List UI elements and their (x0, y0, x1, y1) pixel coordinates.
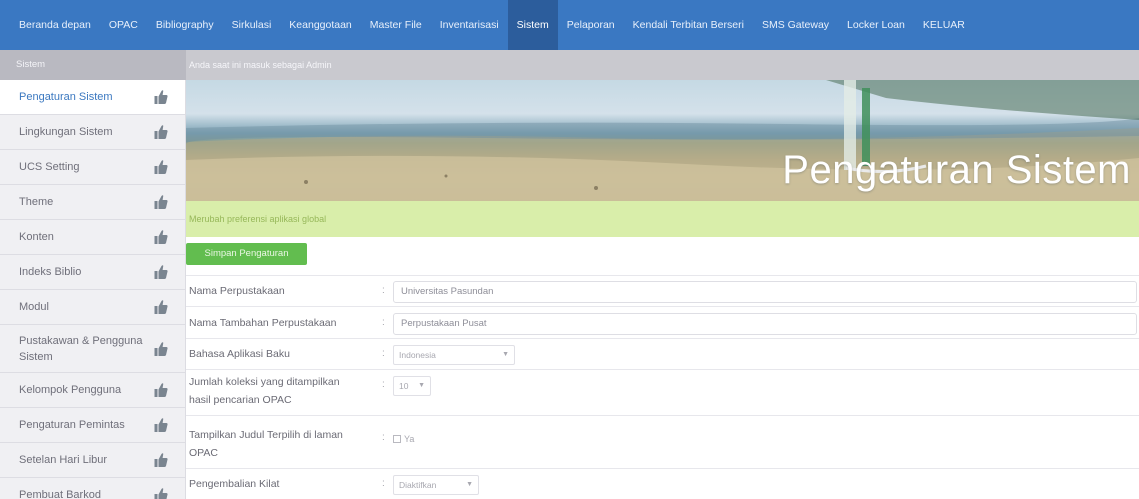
sidebar-item-lingkungan-sistem[interactable]: Lingkungan Sistem (0, 115, 185, 150)
sidebar-item-label: Kelompok Pengguna (19, 384, 122, 396)
select-value: 10 (399, 381, 409, 391)
results-count-select[interactable]: 10 ▼ (393, 376, 431, 396)
nav-item-keluar[interactable]: KELUAR (914, 0, 974, 50)
sidebar-item-kelompok-pengguna[interactable]: Kelompok Pengguna (0, 373, 185, 408)
top-nav: Beranda depan OPAC Bibliography Sirkulas… (0, 0, 1139, 50)
section-title: Sistem (16, 59, 46, 70)
sidebar-item-label: Theme (19, 196, 54, 208)
thumbs-up-icon (154, 488, 168, 499)
thumbs-up-icon (154, 160, 168, 174)
caret-down-icon: ▼ (502, 351, 509, 358)
form-row-library-subname: Nama Tambahan Perpustakaan : Perpustakaa… (186, 306, 1139, 337)
field-label: Pengembalian Kilat (189, 478, 280, 490)
app-window: Beranda depan OPAC Bibliography Sirkulas… (0, 0, 1139, 499)
field-colon: : (382, 478, 385, 489)
checkbox-label: Ya (404, 434, 415, 444)
info-text: Merubah preferensi aplikasi global (189, 214, 327, 224)
sidebar-item-label: Lingkungan Sistem (19, 126, 113, 138)
form-row-quick-return: Pengembalian Kilat : Diaktifkan ▼ (186, 468, 1139, 499)
sidebar-item-modul[interactable]: Modul (0, 290, 185, 325)
library-name-input[interactable]: Universitas Pasundan (393, 281, 1137, 303)
sidebar-item-setelan-hari-libur[interactable]: Setelan Hari Libur (0, 443, 185, 478)
nav-item-sms-gateway[interactable]: SMS Gateway (753, 0, 838, 50)
field-colon: : (382, 317, 385, 328)
field-colon: : (382, 432, 385, 443)
sidebar-item-label: Konten (19, 231, 54, 243)
header-banner: Pengaturan Sistem (186, 80, 1139, 201)
nav-item-master-file[interactable]: Master File (361, 0, 431, 50)
sidebar-item-label: Pengaturan Sistem (19, 91, 113, 103)
field-colon: : (382, 285, 385, 296)
nav-item-sistem[interactable]: Sistem (507, 0, 558, 50)
field-label: Jumlah koleksi yang ditampilkan hasil pe… (189, 376, 340, 406)
sidebar-item-label: Indeks Biblio (19, 266, 82, 278)
sidebar-item-pustakawan-pengguna-sistem[interactable]: Pustakawan & Pengguna Sistem (0, 325, 185, 373)
field-colon: : (382, 379, 385, 390)
form-row-library-name: Nama Perpustakaan : Universitas Pasundan (186, 275, 1139, 305)
nav-item-kendali-terbitan-berseri[interactable]: Kendali Terbitan Berseri (624, 0, 753, 50)
caret-down-icon: ▼ (466, 481, 473, 488)
page-title: Pengaturan Sistem (782, 148, 1131, 192)
library-subname-input[interactable]: Perpustakaan Pusat (393, 313, 1137, 335)
login-info: Anda saat ini masuk sebagai Admin (189, 60, 332, 70)
sidebar-item-theme[interactable]: Theme (0, 185, 185, 220)
sub-header-bar: Sistem Anda saat ini masuk sebagai Admin (0, 50, 1139, 80)
form-row-promoted-titles: Tampilkan Judul Terpilih di laman OPAC :… (186, 415, 1139, 467)
sidebar-item-label: Modul (19, 301, 49, 313)
thumbs-up-icon (154, 265, 168, 279)
nav-item-beranda-depan[interactable]: Beranda depan (10, 0, 100, 50)
section-header: Sistem (0, 50, 186, 80)
field-label: Tampilkan Judul Terpilih di laman OPAC (189, 429, 343, 459)
thumbs-up-icon (154, 383, 168, 397)
sidebar-item-konten[interactable]: Konten (0, 220, 185, 255)
save-settings-button[interactable]: Simpan Pengaturan (186, 243, 307, 265)
language-select[interactable]: Indonesia ▼ (393, 345, 515, 365)
field-label: Nama Tambahan Perpustakaan (189, 317, 337, 329)
nav-item-keanggotaan[interactable]: Keanggotaan (280, 0, 360, 50)
nav-item-opac[interactable]: OPAC (100, 0, 147, 50)
thumbs-up-icon (154, 300, 168, 314)
sidebar-item-ucs-setting[interactable]: UCS Setting (0, 150, 185, 185)
thumbs-up-icon (154, 453, 168, 467)
field-label: Nama Perpustakaan (189, 285, 285, 297)
field-colon: : (382, 348, 385, 359)
sidebar-item-indeks-biblio[interactable]: Indeks Biblio (0, 255, 185, 290)
promoted-titles-checkbox[interactable]: Ya (393, 432, 414, 446)
sidebar-item-label: Pustakawan & Pengguna Sistem (19, 334, 143, 363)
form-row-results-count: Jumlah koleksi yang ditampilkan hasil pe… (186, 369, 1139, 414)
thumbs-up-icon (154, 418, 168, 432)
quick-return-select[interactable]: Diaktifkan ▼ (393, 475, 479, 495)
thumbs-up-icon (154, 230, 168, 244)
sidebar-item-label: Pembuat Barkod (19, 489, 101, 499)
sidebar-item-label: Setelan Hari Libur (19, 454, 108, 466)
info-bar: Merubah preferensi aplikasi global (186, 201, 1139, 237)
sidebar-item-label: UCS Setting (19, 161, 80, 173)
nav-item-bibliography[interactable]: Bibliography (147, 0, 223, 50)
select-value: Diaktifkan (399, 480, 437, 490)
sidebar: Pengaturan Sistem Lingkungan Sistem UCS … (0, 80, 186, 499)
field-label: Bahasa Aplikasi Baku (189, 348, 290, 360)
nav-item-sirkulasi[interactable]: Sirkulasi (223, 0, 281, 50)
sidebar-item-pengaturan-pemintas[interactable]: Pengaturan Pemintas (0, 408, 185, 443)
thumbs-up-icon (154, 90, 168, 104)
nav-item-inventarisasi[interactable]: Inventarisasi (431, 0, 508, 50)
thumbs-up-icon (154, 195, 168, 209)
settings-form: Nama Perpustakaan : Universitas Pasundan… (186, 275, 1139, 499)
nav-item-pelaporan[interactable]: Pelaporan (558, 0, 624, 50)
sidebar-item-pembuat-barkod[interactable]: Pembuat Barkod (0, 478, 185, 499)
form-row-language: Bahasa Aplikasi Baku : Indonesia ▼ (186, 338, 1139, 368)
checkbox-box[interactable] (393, 435, 401, 443)
select-value: Indonesia (399, 350, 436, 360)
thumbs-up-icon (154, 125, 168, 139)
sidebar-item-label: Pengaturan Pemintas (19, 419, 125, 431)
nav-item-locker-loan[interactable]: Locker Loan (838, 0, 914, 50)
thumbs-up-icon (154, 341, 168, 356)
sidebar-item-pengaturan-sistem[interactable]: Pengaturan Sistem (0, 80, 185, 115)
caret-down-icon: ▼ (418, 382, 425, 389)
